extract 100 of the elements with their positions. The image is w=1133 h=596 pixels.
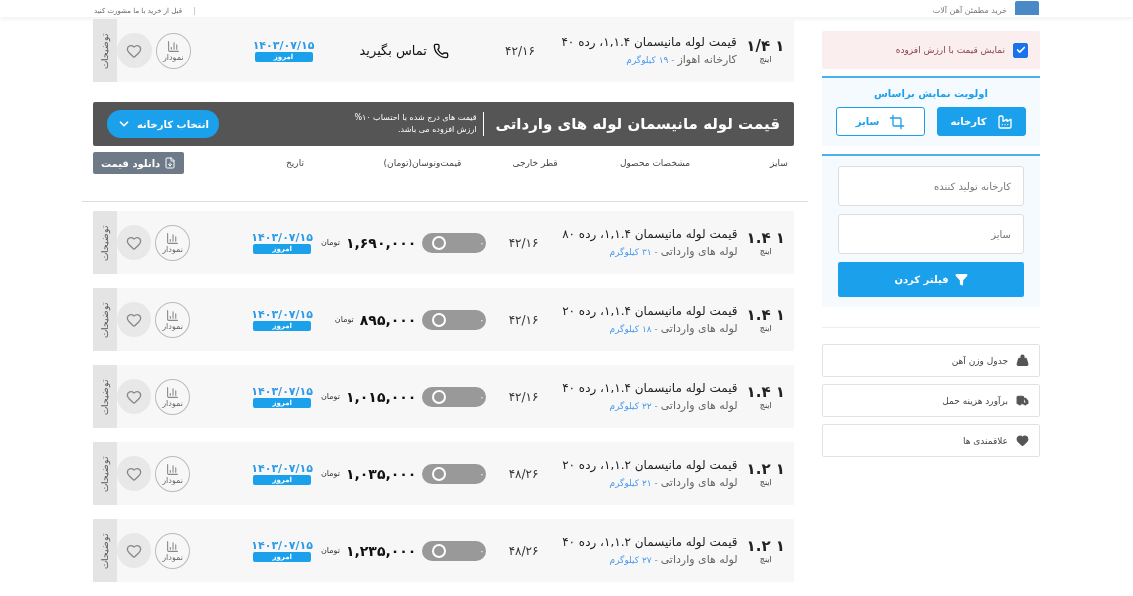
chart-button[interactable]: نمودار <box>155 32 191 69</box>
favorite-button[interactable] <box>116 225 151 260</box>
price-date: ۱۴۰۳/۰۷/۱۵ <box>251 308 313 321</box>
product-title: قیمت لوله مانیسمان ۱,۱.۴، رده ۴۰ <box>561 381 738 395</box>
chart-button[interactable]: نمودار <box>155 378 191 415</box>
product-title: قیمت لوله مانیسمان ۱,۱.۲، رده ۴۰ <box>561 535 738 549</box>
outer-diameter: ۴۲/۱۶ <box>507 312 540 327</box>
product-weight: - ۱۸ کیلوگرم <box>609 324 658 334</box>
favorite-button[interactable] <box>116 456 151 491</box>
price: ۸۹۵,۰۰۰ <box>359 311 417 328</box>
description-tab[interactable]: توضیحات <box>92 365 117 428</box>
heart-icon <box>126 311 142 328</box>
heart-icon <box>126 465 142 482</box>
favorite-button[interactable] <box>117 33 152 68</box>
bar-chart-icon <box>166 39 180 53</box>
price-date: ۱۴۰۳/۰۷/۱۵ <box>251 462 313 475</box>
sidebar-link[interactable]: برآورد هزینه حمل <box>822 384 1040 417</box>
outer-diameter: ۴۲/۱۶ <box>504 43 536 58</box>
truck-icon <box>1016 394 1029 407</box>
currency-label: تومان <box>334 315 354 324</box>
product-weight: - ۲۱ کیلوگرم <box>609 478 658 488</box>
column-header: سایز <box>768 158 789 168</box>
outer-diameter: ۴۲/۱۶ <box>507 235 540 250</box>
chart-button[interactable]: نمودار <box>155 301 191 338</box>
description-tab[interactable]: توضیحات <box>92 211 117 274</box>
phone-icon <box>432 42 449 59</box>
product-title: قیمت لوله مانیسمان ۱,۱.۴، رده ۴۰ <box>560 35 737 49</box>
product-weight: - ۱۹ کیلوگرم <box>626 55 675 65</box>
chart-button[interactable]: نمودار <box>155 455 191 492</box>
size-unit: اینچ <box>759 478 772 487</box>
product-weight: - ۲۷ کیلوگرم <box>609 555 658 565</box>
description-tab[interactable]: توضیحات <box>92 288 117 351</box>
favorite-button[interactable] <box>116 379 151 414</box>
heart-icon <box>126 42 143 59</box>
size-unit: اینچ <box>759 555 772 564</box>
factory-icon <box>996 113 1013 130</box>
description-tab[interactable]: توضیحات <box>92 519 117 582</box>
heart-icon <box>126 542 142 559</box>
filter-input[interactable]: کارخانه تولید کننده <box>838 166 1024 206</box>
fluctuation-indicator: ۰ <box>422 232 487 253</box>
vat-checkbox-panel[interactable]: نمایش قیمت با ارزش افزوده <box>822 31 1040 69</box>
outer-diameter: ۴۸/۲۶ <box>507 466 540 481</box>
currency-label: تومان <box>321 469 340 478</box>
size-unit: اینچ <box>759 324 772 333</box>
size-value: ۱ ۱.۴ <box>746 229 785 247</box>
checkbox[interactable] <box>1013 42 1028 58</box>
sidebar-link[interactable]: علاقمندی ها <box>822 424 1040 457</box>
product-title: قیمت لوله مانیسمان ۱,۱.۴، رده ۲۰ <box>561 304 738 318</box>
currency-label: تومان <box>321 392 340 401</box>
crop-icon <box>889 113 906 130</box>
bar-chart-icon <box>166 385 180 399</box>
column-header: قطر خارجی <box>511 158 559 168</box>
filter-input[interactable]: سایز <box>838 214 1024 254</box>
favorite-button[interactable] <box>116 302 151 337</box>
contact-text: تماس بگیرید <box>359 43 427 58</box>
bar-chart-icon <box>166 462 180 476</box>
heart-icon <box>126 388 142 405</box>
chart-button[interactable]: نمودار <box>155 224 191 261</box>
outer-diameter: ۴۲/۱۶ <box>507 389 540 404</box>
size-unit: اینچ <box>759 401 772 410</box>
price-date: ۱۴۰۳/۰۷/۱۵ <box>252 39 315 52</box>
price: ۱,۲۳۵,۰۰۰ <box>345 542 417 559</box>
logo-tagline: خرید مطمئن آهن آلات <box>932 6 1007 15</box>
heart-icon <box>126 234 142 251</box>
price: ۱,۶۹۰,۰۰۰ <box>345 234 417 251</box>
price-date: ۱۴۰۳/۰۷/۱۵ <box>251 385 313 398</box>
product-source: لوله های وارداتی <box>660 322 738 335</box>
chart-button[interactable]: نمودار <box>155 532 191 569</box>
sidebar-link[interactable]: جدول وزن آهن <box>822 344 1040 377</box>
product-title: قیمت لوله مانیسمان ۱,۱.۲، رده ۲۰ <box>561 458 738 472</box>
product-source: لوله های وارداتی <box>660 476 738 489</box>
size-value: ۱ ۱/۴ <box>746 37 785 55</box>
bar-chart-icon <box>166 539 180 553</box>
bar-chart-icon <box>166 231 180 245</box>
vat-note: قیمت های درج شده با احتساب ۱۰% ارزش افزوده می باشد. <box>338 112 484 136</box>
heart-icon <box>1016 434 1029 447</box>
size-value: ۱ ۱.۲ <box>746 537 785 555</box>
column-header: تاریخ <box>285 158 305 168</box>
size-value: ۱ ۱.۴ <box>746 383 785 401</box>
product-source: کارخانه اهواز <box>677 53 737 66</box>
weight-icon <box>1016 354 1029 367</box>
product-source: لوله های وارداتی <box>660 245 738 258</box>
description-tab[interactable]: توضیحات <box>93 19 117 82</box>
favorite-button[interactable] <box>116 533 151 568</box>
column-header: قیمت‌ونوسان(تومان) <box>382 158 463 168</box>
size-value: ۱ ۱.۲ <box>746 460 785 478</box>
check-icon <box>1015 45 1026 55</box>
currency-label: تومان <box>321 546 340 555</box>
product-weight: - ۳۱ کیلوگرم <box>609 247 658 257</box>
price-date: ۱۴۰۳/۰۷/۱۵ <box>251 539 313 552</box>
priority-title: اولویت نمایش براساس <box>873 88 989 99</box>
product-source: لوله های وارداتی <box>660 399 738 412</box>
download-price-button[interactable]: دانلود قیمت <box>93 152 185 174</box>
bar-chart-icon <box>166 308 180 322</box>
description-tab[interactable]: توضیحات <box>92 442 117 505</box>
size-unit: اینچ <box>759 247 772 256</box>
currency-label: تومان <box>321 238 340 247</box>
section-title: قیمت لوله مانیسمان لوله های وارداتی <box>495 115 780 133</box>
price: ۱,۰۳۵,۰۰۰ <box>345 465 417 482</box>
price: ۱,۰۱۵,۰۰۰ <box>345 388 417 405</box>
